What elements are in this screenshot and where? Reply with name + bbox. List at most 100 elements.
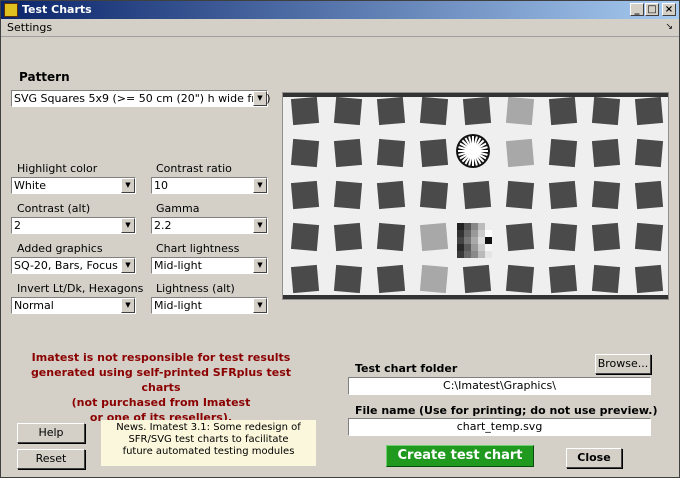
chart-square [333,222,363,252]
disclaimer-line: Imatest is not responsible for test resu… [31,351,291,364]
news-box: News. Imatest 3.1: Some redesign of SFR/… [101,420,316,466]
chart-square [376,180,406,210]
invert-value: Normal [14,299,54,312]
contrast-ratio-select[interactable]: 10 ▼ [151,177,268,194]
starburst-icon [456,134,490,168]
chart-square [634,96,664,126]
chart-square [548,264,578,294]
chart-square [462,180,492,210]
chart-square [548,222,578,252]
chart-square [548,138,578,168]
chevron-down-icon: ▼ [121,298,135,313]
chart-square [634,180,664,210]
contrast-alt-select[interactable]: 2 ▼ [11,217,136,234]
chart-preview-image [283,93,668,299]
chevron-down-icon: ▼ [121,178,135,193]
chart-square [419,96,449,126]
news-line: SFR/SVG test charts to facilitate [128,434,289,445]
title-bar: Test Charts _ □ × [1,1,679,19]
filename-note: (Use for printing; do not use preview.) [419,404,658,417]
chart-square [333,96,363,126]
folder-input[interactable]: C:\Imatest\Graphics\ [348,377,651,395]
chart-square [505,222,535,252]
chevron-down-icon: ▼ [253,178,267,193]
invert-select[interactable]: Normal ▼ [11,297,136,314]
chart-square [290,96,320,126]
disclaimer-text: Imatest is not responsible for test resu… [21,350,301,425]
chevron-down-icon: ▼ [253,91,267,106]
chart-square [376,96,406,126]
chart-square [376,222,406,252]
gamma-label: Gamma [156,202,200,215]
chart-lightness-label: Chart lightness [156,242,240,255]
chart-square [419,138,449,168]
chart-square [290,264,320,294]
lightness-alt-select[interactable]: Mid-light ▼ [151,297,268,314]
menu-settings[interactable]: Settings [7,21,52,34]
filename-label: File name [355,404,416,417]
chart-square [376,264,406,294]
chevron-down-icon: ▼ [253,258,267,273]
chart-square [591,96,621,126]
contrast-alt-label: Contrast (alt) [17,202,91,215]
app-icon [4,3,18,17]
invert-label: Invert Lt/Dk, Hexagons [17,282,144,295]
added-graphics-select[interactable]: SQ-20, Bars, Focus s... ▼ [11,257,136,274]
chart-lightness-value: Mid-light [154,259,202,272]
chart-square [419,180,449,210]
pattern-select[interactable]: SVG Squares 5x9 (>= 50 cm (20") h wide f… [11,90,271,107]
contrast-ratio-value: 10 [154,179,168,192]
chart-square [591,138,621,168]
chart-lightness-select[interactable]: Mid-light ▼ [151,257,268,274]
added-graphics-value: SQ-20, Bars, Focus s... [14,259,122,272]
pattern-value: SVG Squares 5x9 (>= 50 cm (20") h wide f… [14,92,271,105]
chart-square [419,264,449,294]
chart-square [591,222,621,252]
chart-square [591,180,621,210]
lightness-alt-label: Lightness (alt) [156,282,235,295]
chart-square [462,264,492,294]
gamma-select[interactable]: 2.2 ▼ [151,217,268,234]
highlight-color-value: White [14,179,46,192]
news-line: News. Imatest 3.1: Some redesign of [116,422,301,433]
chart-square [290,138,320,168]
chart-preview [282,92,669,300]
chart-square [505,264,535,294]
lightness-alt-value: Mid-light [154,299,202,312]
gamma-value: 2.2 [154,219,172,232]
reset-button[interactable]: Reset [17,449,85,469]
chart-square [505,138,535,168]
test-charts-window: Test Charts _ □ × Settings ↘ Pattern SVG… [0,0,680,478]
contrast-alt-value: 2 [14,219,21,232]
highlight-color-select[interactable]: White ▼ [11,177,136,194]
chart-square [634,138,664,168]
chart-square [634,222,664,252]
maximize-button[interactable]: □ [645,3,659,16]
chart-square [333,180,363,210]
chart-square [376,138,406,168]
create-test-chart-button[interactable]: Create test chart [386,445,534,467]
chart-square [548,96,578,126]
chart-square [591,264,621,294]
chart-square [505,180,535,210]
disclaimer-line: (not purchased from Imatest [71,396,251,409]
added-graphics-label: Added graphics [17,242,103,255]
chart-square [505,96,535,126]
color-patch-grid [457,223,492,258]
chevron-down-icon: ▼ [121,258,135,273]
close-window-button[interactable]: × [662,3,676,16]
help-button[interactable]: Help [17,423,85,443]
browse-button[interactable]: Browse... [595,354,651,374]
chart-square [548,180,578,210]
dock-icon[interactable]: ↘ [665,22,673,32]
menu-bar: Settings ↘ [1,19,679,37]
filename-input[interactable]: chart_temp.svg [348,418,651,436]
chart-square [333,138,363,168]
contrast-ratio-label: Contrast ratio [156,162,232,175]
folder-label: Test chart folder [355,362,458,375]
highlight-color-label: Highlight color [17,162,98,175]
minimize-button[interactable]: _ [630,3,644,16]
close-button[interactable]: Close [566,448,622,468]
chevron-down-icon: ▼ [253,298,267,313]
window-title: Test Charts [22,3,92,16]
